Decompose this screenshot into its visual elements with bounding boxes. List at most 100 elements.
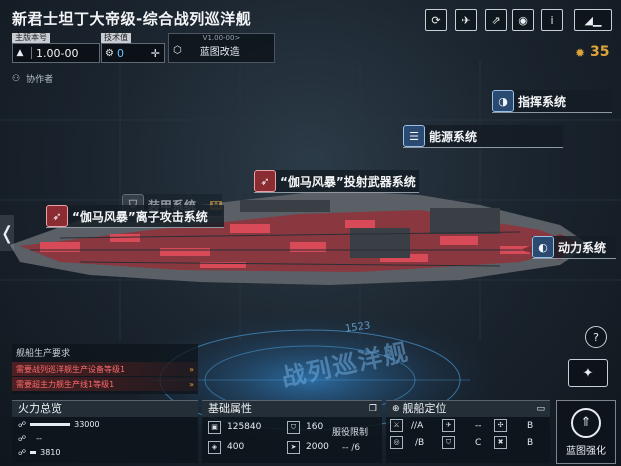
main-version-box[interactable]: ▲ 1.00-00 bbox=[12, 43, 100, 63]
system-weapon[interactable]: ➶ “伽马风暴”投射武器系统 bbox=[254, 170, 419, 193]
firepower-row-3: 3810 bbox=[40, 447, 61, 457]
attr-hp: 125840 bbox=[227, 422, 262, 432]
ship-title: 新君士坦丁大帝级-综合战列巡洋舰 bbox=[12, 10, 252, 28]
view-icon[interactable]: ◉ bbox=[512, 9, 534, 31]
system-command-label: 指挥系统 bbox=[518, 94, 567, 109]
energy-icon: ☰ bbox=[403, 125, 425, 147]
attr-armor: 160 bbox=[306, 422, 324, 432]
speed-icon: ➤ bbox=[287, 440, 300, 454]
base-attrs-title: 基础属性 bbox=[208, 402, 252, 415]
production-req-1: 需要战列巡洋舰生产设备等级1 » bbox=[12, 362, 198, 376]
left-arrow-icon[interactable]: ❬ bbox=[0, 215, 15, 251]
support-icon: ⛉ bbox=[442, 436, 455, 449]
flak-icon: ☍ bbox=[18, 447, 27, 457]
special-icon: ✖ bbox=[494, 436, 507, 449]
position-cell-grade: -- bbox=[475, 420, 482, 431]
system-ion[interactable]: ➶ “伽马风暴”离子攻击系统 bbox=[46, 205, 224, 228]
copy-icon[interactable]: ❐ bbox=[369, 401, 377, 417]
main-version-label: 主版本号 bbox=[12, 33, 50, 43]
blueprint-mod-button[interactable]: V1.00-00> ⬡ 蓝图改造 bbox=[168, 33, 275, 63]
system-command[interactable]: ◑ 指挥系统 bbox=[492, 90, 612, 113]
arrow-icon: » bbox=[189, 379, 194, 389]
shield-icon: ◈ bbox=[208, 440, 221, 454]
arrow-icon: » bbox=[189, 364, 194, 374]
base-attrs-head: 基础属性 ❐ bbox=[202, 401, 382, 417]
ship-class-icon: ▲ bbox=[16, 48, 24, 58]
defense-icon: ◎ bbox=[390, 436, 403, 449]
ion-cannon-icon: ➶ bbox=[46, 205, 68, 227]
add-icon[interactable]: ✛ bbox=[151, 47, 160, 60]
position-cell-grade: A bbox=[417, 420, 424, 431]
position-cell: ✖ B bbox=[494, 436, 546, 449]
service-limit-value: -- /6 bbox=[342, 443, 361, 453]
anti-air-icon: ✈ bbox=[442, 419, 455, 432]
service-limit-label: 服役限制 bbox=[332, 428, 369, 438]
base-attrs-panel[interactable]: 基础属性 ❐ ▣ 125840 ⛉ 160 ◈ 400 ➤ 2000 服役限制 … bbox=[202, 400, 382, 463]
target-icon: ⊕ bbox=[392, 404, 400, 414]
firepower-row-1: 33000 bbox=[74, 419, 100, 429]
system-power-label: 动力系统 bbox=[558, 240, 607, 255]
engine-icon: ◐ bbox=[532, 236, 554, 258]
tech-icon: ⚙ bbox=[105, 47, 114, 59]
blueprint-icon: ⬡ bbox=[173, 45, 182, 56]
position-cell-grade: B bbox=[527, 420, 534, 431]
production-req-2-label: 需要超主力舰生产线1等级1 bbox=[16, 379, 115, 389]
production-req-2: 需要超主力舰生产线1等级1 » bbox=[12, 377, 198, 391]
attr-speed: 2000 bbox=[306, 442, 329, 452]
back-icon: ◢▁ bbox=[584, 13, 602, 27]
position-cell: ⚔ // A bbox=[390, 419, 442, 432]
attr-shield: 400 bbox=[227, 442, 245, 452]
main-version-value: 1.00-00 bbox=[36, 46, 79, 60]
share-icon[interactable]: ✈ bbox=[455, 9, 477, 31]
firepower-row-2: -- bbox=[36, 433, 42, 443]
position-cell-grade: B bbox=[527, 437, 534, 448]
production-panel: 舰船生产要求 需要战列巡洋舰生产设备等级1 » 需要超主力舰生产线1等级1 » bbox=[12, 344, 198, 394]
tech-box[interactable]: ⚙ 0 ✛ bbox=[101, 43, 165, 63]
anti-ship-icon: ⚔ bbox=[390, 419, 403, 432]
production-title: 舰船生产要求 bbox=[16, 349, 71, 359]
info-icon[interactable]: i bbox=[541, 9, 563, 31]
currency-value: 35 bbox=[590, 44, 610, 60]
system-weapon-label: “伽马风暴”投射武器系统 bbox=[280, 174, 416, 189]
blueprint-mod-label: 蓝图改造 bbox=[199, 47, 240, 58]
armor-small-icon: ⛉ bbox=[287, 420, 300, 434]
position-cell: ⛉ C bbox=[442, 436, 494, 449]
blueprint-enhance-label: 蓝图强化 bbox=[566, 445, 606, 457]
version-small: V1.00-00> bbox=[202, 34, 241, 42]
tech-label: 技术值 bbox=[101, 33, 131, 43]
firepower-panel[interactable]: 火力总览 ☍ 33000 ☍ -- ☍ 3810 bbox=[12, 400, 198, 463]
position-cell-grade: C bbox=[475, 437, 482, 448]
firepower-title: 火力总览 bbox=[12, 401, 198, 417]
role-icon[interactable]: ▭ bbox=[536, 401, 545, 417]
rank-star-icon[interactable]: ✦ bbox=[568, 359, 608, 387]
refresh-icon[interactable]: ⟳ bbox=[425, 9, 447, 31]
blueprint-enhance-button[interactable]: ⇑ 蓝图强化 bbox=[556, 400, 616, 464]
gun-icon: ☍ bbox=[18, 419, 27, 429]
back-button[interactable]: ◢▁ bbox=[574, 9, 612, 31]
position-cell: ✣ B bbox=[494, 419, 546, 432]
command-icon: ◑ bbox=[492, 90, 514, 112]
production-req-1-label: 需要战列巡洋舰生产设备等级1 bbox=[16, 364, 126, 374]
missile-icon: ➶ bbox=[254, 170, 276, 192]
missile-small-icon: ☍ bbox=[18, 433, 27, 443]
hp-icon: ▣ bbox=[208, 420, 221, 434]
positioning-title: 舰船定位 bbox=[402, 402, 447, 415]
upgrade-icon: ⇑ bbox=[571, 407, 601, 438]
currency-icon: ✹ bbox=[575, 46, 586, 60]
export-icon[interactable]: ⇗ bbox=[485, 9, 507, 31]
positioning-head: ⊕ 舰船定位 ▭ bbox=[386, 401, 550, 417]
help-button[interactable]: ? bbox=[585, 326, 607, 348]
tech-value: 0 bbox=[116, 46, 124, 60]
position-cell-grade: B bbox=[418, 437, 425, 448]
positioning-panel[interactable]: ⊕ 舰船定位 ▭ ⚔ // A ✈ -- ✣ B ◎ / B ⛉ C ✖ B bbox=[386, 400, 550, 463]
system-energy[interactable]: ☰ 能源系统 bbox=[403, 125, 563, 148]
user-icon: ⚇ bbox=[12, 73, 21, 84]
system-energy-label: 能源系统 bbox=[429, 129, 478, 144]
position-cell: ✈ -- bbox=[442, 419, 494, 432]
system-ion-label: “伽马风暴”离子攻击系统 bbox=[72, 209, 208, 224]
system-power[interactable]: ◐ 动力系统 bbox=[532, 236, 616, 259]
position-cell: ◎ / B bbox=[390, 436, 442, 449]
siege-icon: ✣ bbox=[494, 419, 507, 432]
collaborator-label: 协作者 bbox=[26, 75, 54, 85]
collaborator[interactable]: ⚇ 协作者 bbox=[12, 72, 54, 86]
